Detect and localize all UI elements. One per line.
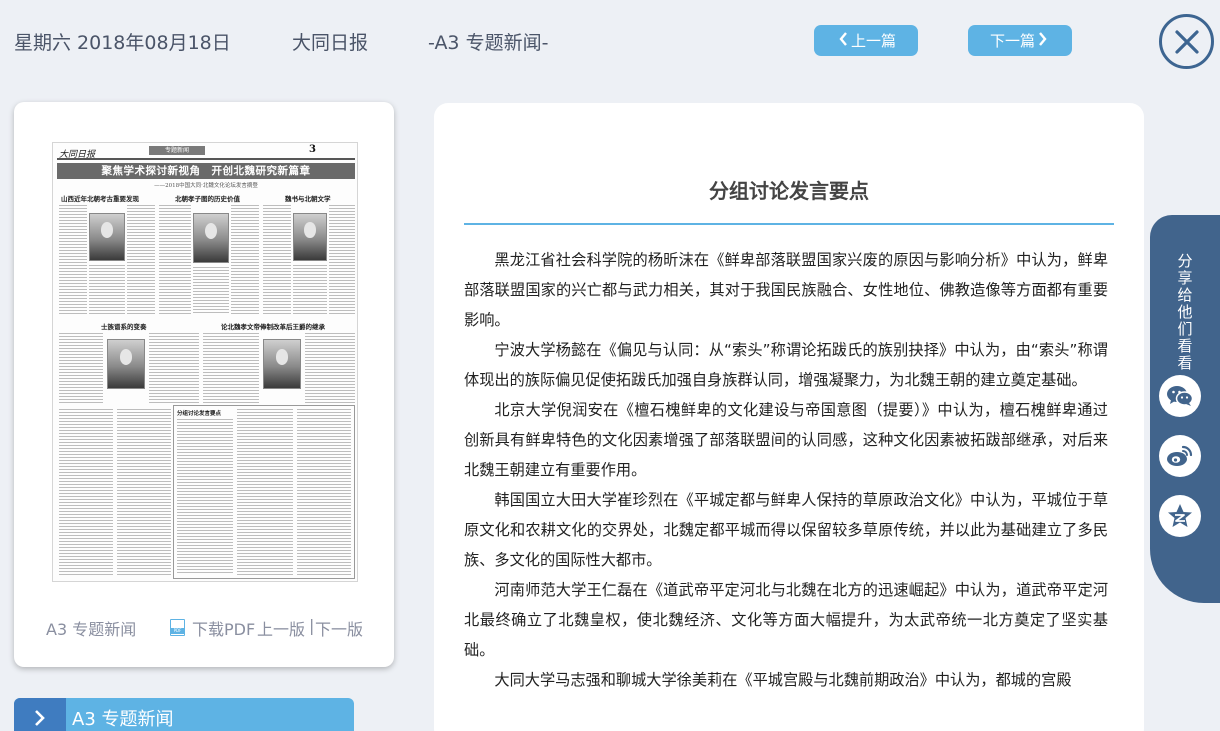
thumbnail-text-column [59, 409, 113, 577]
qzone-icon [1168, 504, 1192, 527]
thumbnail-photo [107, 339, 145, 389]
title-divider [464, 223, 1114, 225]
thumbnail-text-column [117, 409, 171, 577]
thumbnail-headline: 聚焦学术探讨新视角 开创北魏研究新篇章 [57, 163, 355, 179]
section-title: -A3 专题新闻- [428, 32, 549, 54]
thumbnail-photo [89, 213, 125, 261]
thumbnail-photo [263, 339, 301, 389]
thumbnail-sub-headline: 山西近年北朝考古重要发现 [61, 195, 139, 203]
article-paragraph: 河南师范大学王仁磊在《道武帝平定河北与北魏在北方的迅速崛起》中认为，道武帝平定河… [464, 581, 1108, 659]
section-link[interactable]: A3 专题新闻 [46, 616, 136, 640]
article-paragraph: 黑龙江省社会科学院的杨昕沫在《鲜卑部落联盟国家兴废的原因与影响分析》中认为，鲜卑… [464, 251, 1108, 329]
thumbnail-text-column [193, 267, 229, 315]
thumbnail-photo [193, 213, 229, 263]
close-button[interactable] [1159, 14, 1214, 69]
thumbnail-sub-headline: 士族谱系的变奏 [101, 323, 147, 331]
article-body: 黑龙江省社会科学院的杨昕沫在《鲜卑部落联盟国家兴废的原因与影响分析》中认为，鲜卑… [464, 245, 1108, 695]
thumbnail-text-column [237, 409, 293, 575]
newspaper-page-thumbnail[interactable]: 大同日报 专题新闻 3 聚焦学术探讨新视角 开创北魏研究新篇章 ——2018中国… [52, 142, 358, 582]
section-list-label: A3 专题新闻 [72, 709, 174, 730]
download-pdf-link[interactable]: 下载PDF [192, 616, 255, 640]
thumbnail-subhead: ——2018中国大同·北魏文化论坛发言摘登 [154, 183, 258, 189]
paper-name: 大同日报 [292, 32, 369, 54]
section-list-header[interactable]: A3 专题新闻 [14, 698, 354, 731]
thumbnail-text-column [159, 205, 191, 315]
close-icon [1174, 29, 1199, 54]
share-qzone-button[interactable] [1159, 495, 1201, 537]
article-paragraph: 北京大学倪润安在《檀石槐鲜卑的文化建设与帝国意图（提要）》中认为，檀石槐鲜卑通过… [464, 401, 1108, 479]
thumbnail-text-column [59, 333, 103, 403]
page-thumbnail-card: 大同日报 专题新闻 3 聚焦学术探讨新视角 开创北魏研究新篇章 ——2018中国… [14, 102, 394, 667]
share-label: 分享给他们看看 [1177, 252, 1193, 372]
thumbnail-text-column [305, 333, 355, 403]
article-paragraph: 大同大学马志强和聊城大学徐美莉在《平城宫殿与北魏前期政治》中认为，都城的宫殿 [494, 671, 1072, 689]
thumbnail-sub-headline: 分组讨论发言要点 [177, 411, 222, 417]
thumbnail-section-tag: 专题新闻 [149, 146, 205, 155]
thumbnail-text-column [177, 419, 233, 575]
thumbnail-text-column [263, 205, 291, 315]
share-wechat-button[interactable] [1159, 375, 1201, 417]
chevron-right-icon [1038, 31, 1047, 50]
article-title: 分组讨论发言要点 [709, 179, 869, 203]
thumbnail-text-column [293, 265, 327, 315]
top-bar: 星期六 2018年08月18日 大同日报 -A3 专题新闻- 上一篇 下一篇 [0, 0, 1220, 82]
issue-date: 星期六 2018年08月18日 [14, 32, 231, 54]
thumbnail-sub-headline: 北朝孝子图的历史价值 [175, 195, 240, 203]
thumbnail-text-column [59, 205, 87, 315]
chevron-left-icon [839, 31, 848, 50]
thumbnail-text-column [127, 205, 155, 315]
share-sidebar: 分享给他们看看 [1144, 215, 1220, 603]
next-article-button[interactable]: 下一篇 [968, 25, 1072, 56]
thumbnail-links: A3 专题新闻 PDF 下载PDF 上一版 | 下一版 [14, 616, 394, 640]
thumbnail-photo [293, 213, 327, 261]
thumbnail-text-column [329, 205, 355, 315]
prev-article-button[interactable]: 上一篇 [814, 25, 918, 56]
next-article-label: 下一篇 [989, 32, 1035, 50]
link-separator: | [309, 616, 315, 635]
thumbnail-text-column [297, 409, 351, 575]
wechat-icon [1167, 386, 1194, 406]
article-paragraph: 韩国国立大田大学崔珍烈在《平城定都与鲜卑人保持的草原政治文化》中认为，平城位于草… [464, 491, 1108, 569]
thumbnail-sub-headline: 魏书与北朝文学 [285, 195, 331, 203]
thumbnail-text-column [89, 265, 125, 315]
thumbnail-text-column [149, 333, 199, 403]
thumbnail-page-number: 3 [309, 144, 316, 155]
article-panel: 分组讨论发言要点 黑龙江省社会科学院的杨昕沫在《鲜卑部落联盟国家兴废的原因与影响… [434, 103, 1144, 731]
chevron-right-icon [14, 698, 66, 731]
article-paragraph: 宁波大学杨懿在《偏见与认同：从“索头”称谓论拓跋氏的族别抉择》中认为，由“索头”… [464, 341, 1108, 389]
weibo-icon [1167, 445, 1193, 466]
prev-article-label: 上一篇 [850, 32, 896, 50]
prev-edition-link[interactable]: 上一版 [257, 616, 305, 640]
pdf-icon: PDF [170, 619, 185, 636]
next-edition-link[interactable]: 下一版 [315, 616, 363, 640]
share-weibo-button[interactable] [1159, 435, 1201, 477]
thumbnail-text-column [231, 205, 259, 315]
thumbnail-sub-headline: 论北魏孝文帝俸制改革后王爵的继承 [221, 323, 325, 331]
thumbnail-rule [57, 158, 355, 160]
thumbnail-text-column [203, 333, 259, 403]
